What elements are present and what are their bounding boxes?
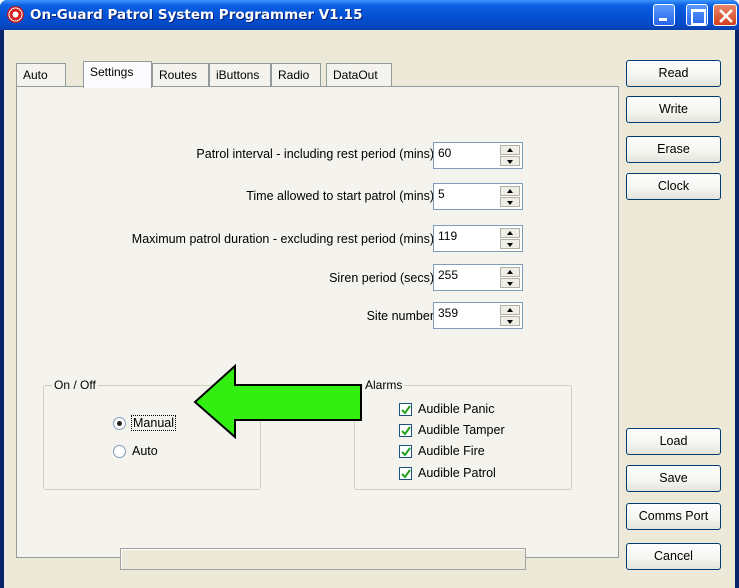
spin-down-icon[interactable] <box>500 156 520 166</box>
checkbox-audible-patrol[interactable] <box>399 467 412 480</box>
start-time-label: Time allowed to start patrol (mins) <box>246 189 434 203</box>
siren-period-spinner[interactable]: 255 <box>433 264 523 291</box>
spin-up-icon[interactable] <box>500 228 520 238</box>
title-bar[interactable]: On-Guard Patrol System Programmer V1.15 <box>0 0 739 30</box>
patrol-interval-label: Patrol interval - including rest period … <box>196 147 434 161</box>
onoff-group-title: On / Off <box>52 378 98 392</box>
audible-fire-label[interactable]: Audible Fire <box>418 444 485 458</box>
spin-up-icon[interactable] <box>500 186 520 196</box>
site-number-label: Site number <box>366 309 434 323</box>
siren-period-label: Siren period (secs) <box>329 271 434 285</box>
max-duration-spinner[interactable]: 119 <box>433 225 523 252</box>
clock-button[interactable]: Clock <box>626 173 721 200</box>
checkbox-audible-panic[interactable] <box>399 403 412 416</box>
cancel-button[interactable]: Cancel <box>626 543 721 570</box>
spin-down-icon[interactable] <box>500 278 520 288</box>
client-area: Auto Settings Routes iButtons Radio Data… <box>4 30 735 588</box>
spin-down-icon[interactable] <box>500 239 520 249</box>
audible-panic-label[interactable]: Audible Panic <box>418 402 494 416</box>
app-window: On-Guard Patrol System Programmer V1.15 … <box>0 0 739 588</box>
audible-patrol-label[interactable]: Audible Patrol <box>418 466 496 480</box>
load-button[interactable]: Load <box>626 428 721 455</box>
radio-manual-label[interactable]: Manual <box>131 415 176 431</box>
spin-up-icon[interactable] <box>500 305 520 315</box>
close-icon[interactable] <box>713 4 737 26</box>
tab-radio[interactable]: Radio <box>271 63 321 87</box>
left-arrow-icon <box>193 364 362 440</box>
siren-period-value[interactable]: 255 <box>438 268 458 282</box>
comms-port-button[interactable]: Comms Port <box>626 503 721 530</box>
patrol-interval-value[interactable]: 60 <box>438 146 451 160</box>
max-duration-label: Maximum patrol duration - excluding rest… <box>131 232 434 246</box>
tab-settings[interactable]: Settings <box>83 61 152 88</box>
settings-panel: Patrol interval - including rest period … <box>16 86 619 558</box>
site-number-spinner[interactable]: 359 <box>433 302 523 329</box>
spin-down-icon[interactable] <box>500 197 520 207</box>
alarms-group: Alarms Audible Panic Audible Tamper Audi… <box>354 378 572 490</box>
spin-up-icon[interactable] <box>500 145 520 155</box>
audible-tamper-label[interactable]: Audible Tamper <box>418 423 505 437</box>
start-time-spinner[interactable]: 5 <box>433 183 523 210</box>
maximize-icon[interactable] <box>686 4 708 26</box>
radio-manual-button[interactable] <box>113 417 126 430</box>
read-button[interactable]: Read <box>626 60 721 87</box>
tab-ibuttons[interactable]: iButtons <box>209 63 271 87</box>
checkbox-audible-tamper[interactable] <box>399 424 412 437</box>
radio-auto-button[interactable] <box>113 445 126 458</box>
max-duration-value[interactable]: 119 <box>438 229 457 243</box>
spin-up-icon[interactable] <box>500 267 520 277</box>
write-button[interactable]: Write <box>626 96 721 123</box>
tab-routes[interactable]: Routes <box>152 63 209 87</box>
start-time-value[interactable]: 5 <box>438 187 445 201</box>
tab-auto[interactable]: Auto <box>16 63 66 87</box>
spin-down-icon[interactable] <box>500 316 520 326</box>
radio-auto-label[interactable]: Auto <box>132 444 158 458</box>
app-logo-icon <box>7 6 24 23</box>
tab-dataout[interactable]: DataOut <box>326 63 392 87</box>
minimize-icon[interactable] <box>653 4 675 26</box>
alarms-group-title: Alarms <box>363 378 405 392</box>
progress-bar <box>120 548 526 570</box>
patrol-interval-spinner[interactable]: 60 <box>433 142 523 169</box>
save-button[interactable]: Save <box>626 465 721 492</box>
window-title: On-Guard Patrol System Programmer V1.15 <box>30 7 363 23</box>
erase-button[interactable]: Erase <box>626 136 721 163</box>
site-number-value[interactable]: 359 <box>438 306 458 320</box>
checkbox-audible-fire[interactable] <box>399 445 412 458</box>
